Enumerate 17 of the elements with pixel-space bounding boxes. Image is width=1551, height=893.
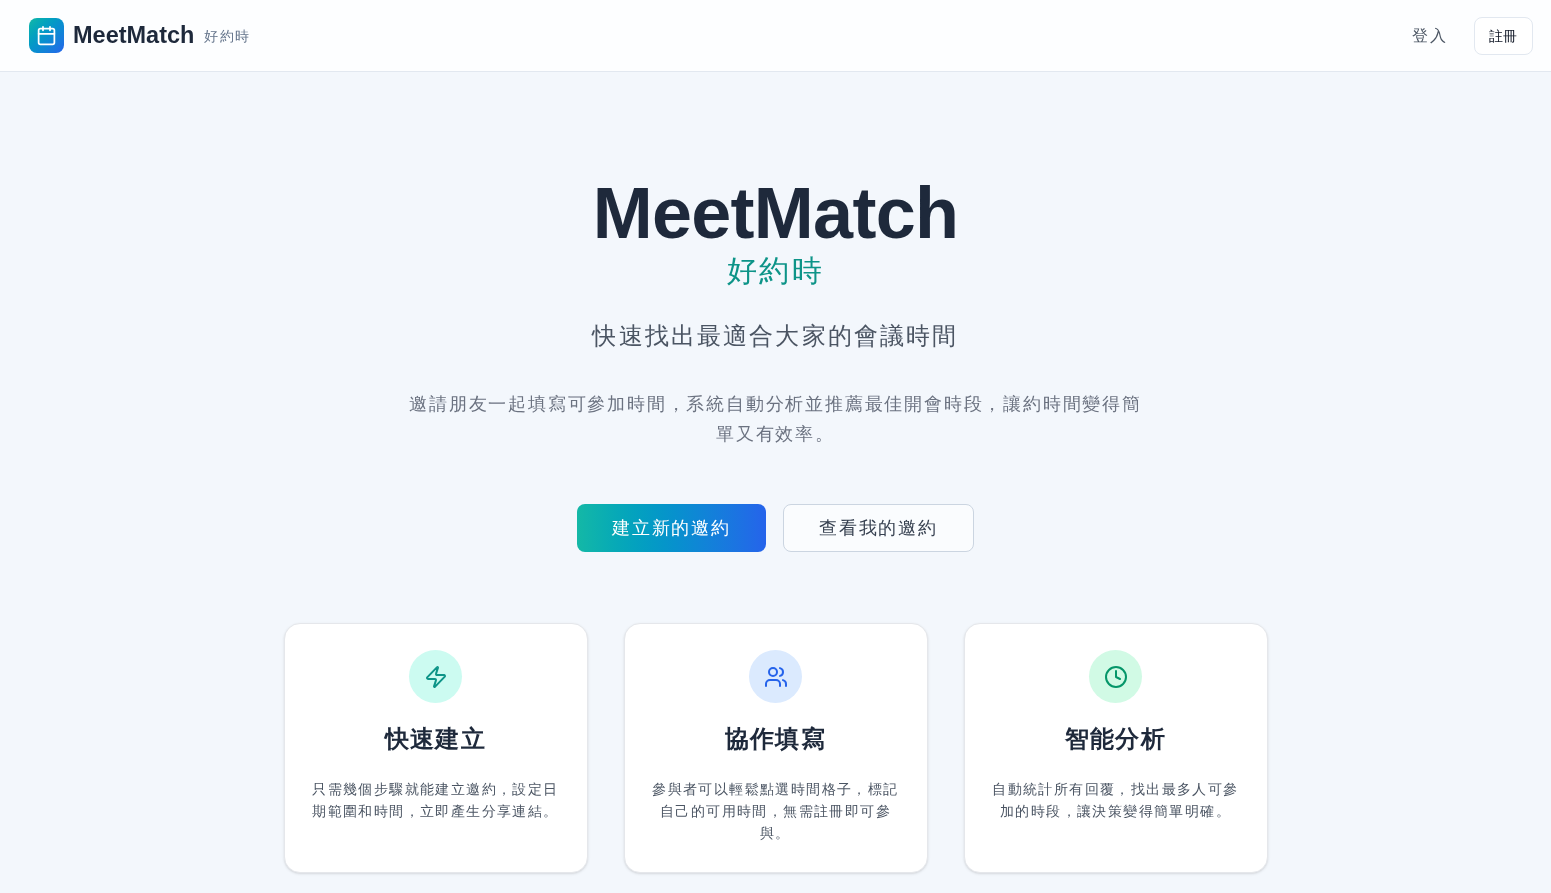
feature-description: 參與者可以輕鬆點選時間格子，標記自己的可用時間，無需註冊即可參與。 xyxy=(651,780,900,843)
brand-name: MeetMatch xyxy=(73,23,195,48)
create-invitation-button[interactable]: 建立新的邀約 xyxy=(577,504,766,552)
calendar-logo-icon xyxy=(29,18,64,53)
feature-description: 只需幾個步驟就能建立邀約，設定日期範圍和時間，立即產生分享連結。 xyxy=(311,780,560,821)
hero-title: MeetMatch xyxy=(592,177,959,249)
brand-subtitle: 好約時 xyxy=(204,26,250,46)
login-link[interactable]: 登入 xyxy=(1400,15,1460,56)
feature-title: 快速建立 xyxy=(385,724,486,754)
feature-title: 智能分析 xyxy=(1065,724,1166,754)
tagline: 快速找出最適合大家的會議時間 xyxy=(592,321,959,351)
hero-description: 邀請朋友一起填寫可參加時間，系統自動分析並推薦最佳開會時段，讓約時間變得簡單又有效率。 xyxy=(408,393,1143,446)
signup-button[interactable]: 註冊 xyxy=(1473,16,1533,55)
view-invitations-button[interactable]: 查看我的邀約 xyxy=(783,504,974,552)
feature-description: 自動統計所有回覆，找出最多人可參加的時段，讓決策變得簡單明確。 xyxy=(991,780,1240,821)
hero-subtitle: 好約時 xyxy=(726,253,825,289)
feature-title: 協作填寫 xyxy=(725,724,826,754)
